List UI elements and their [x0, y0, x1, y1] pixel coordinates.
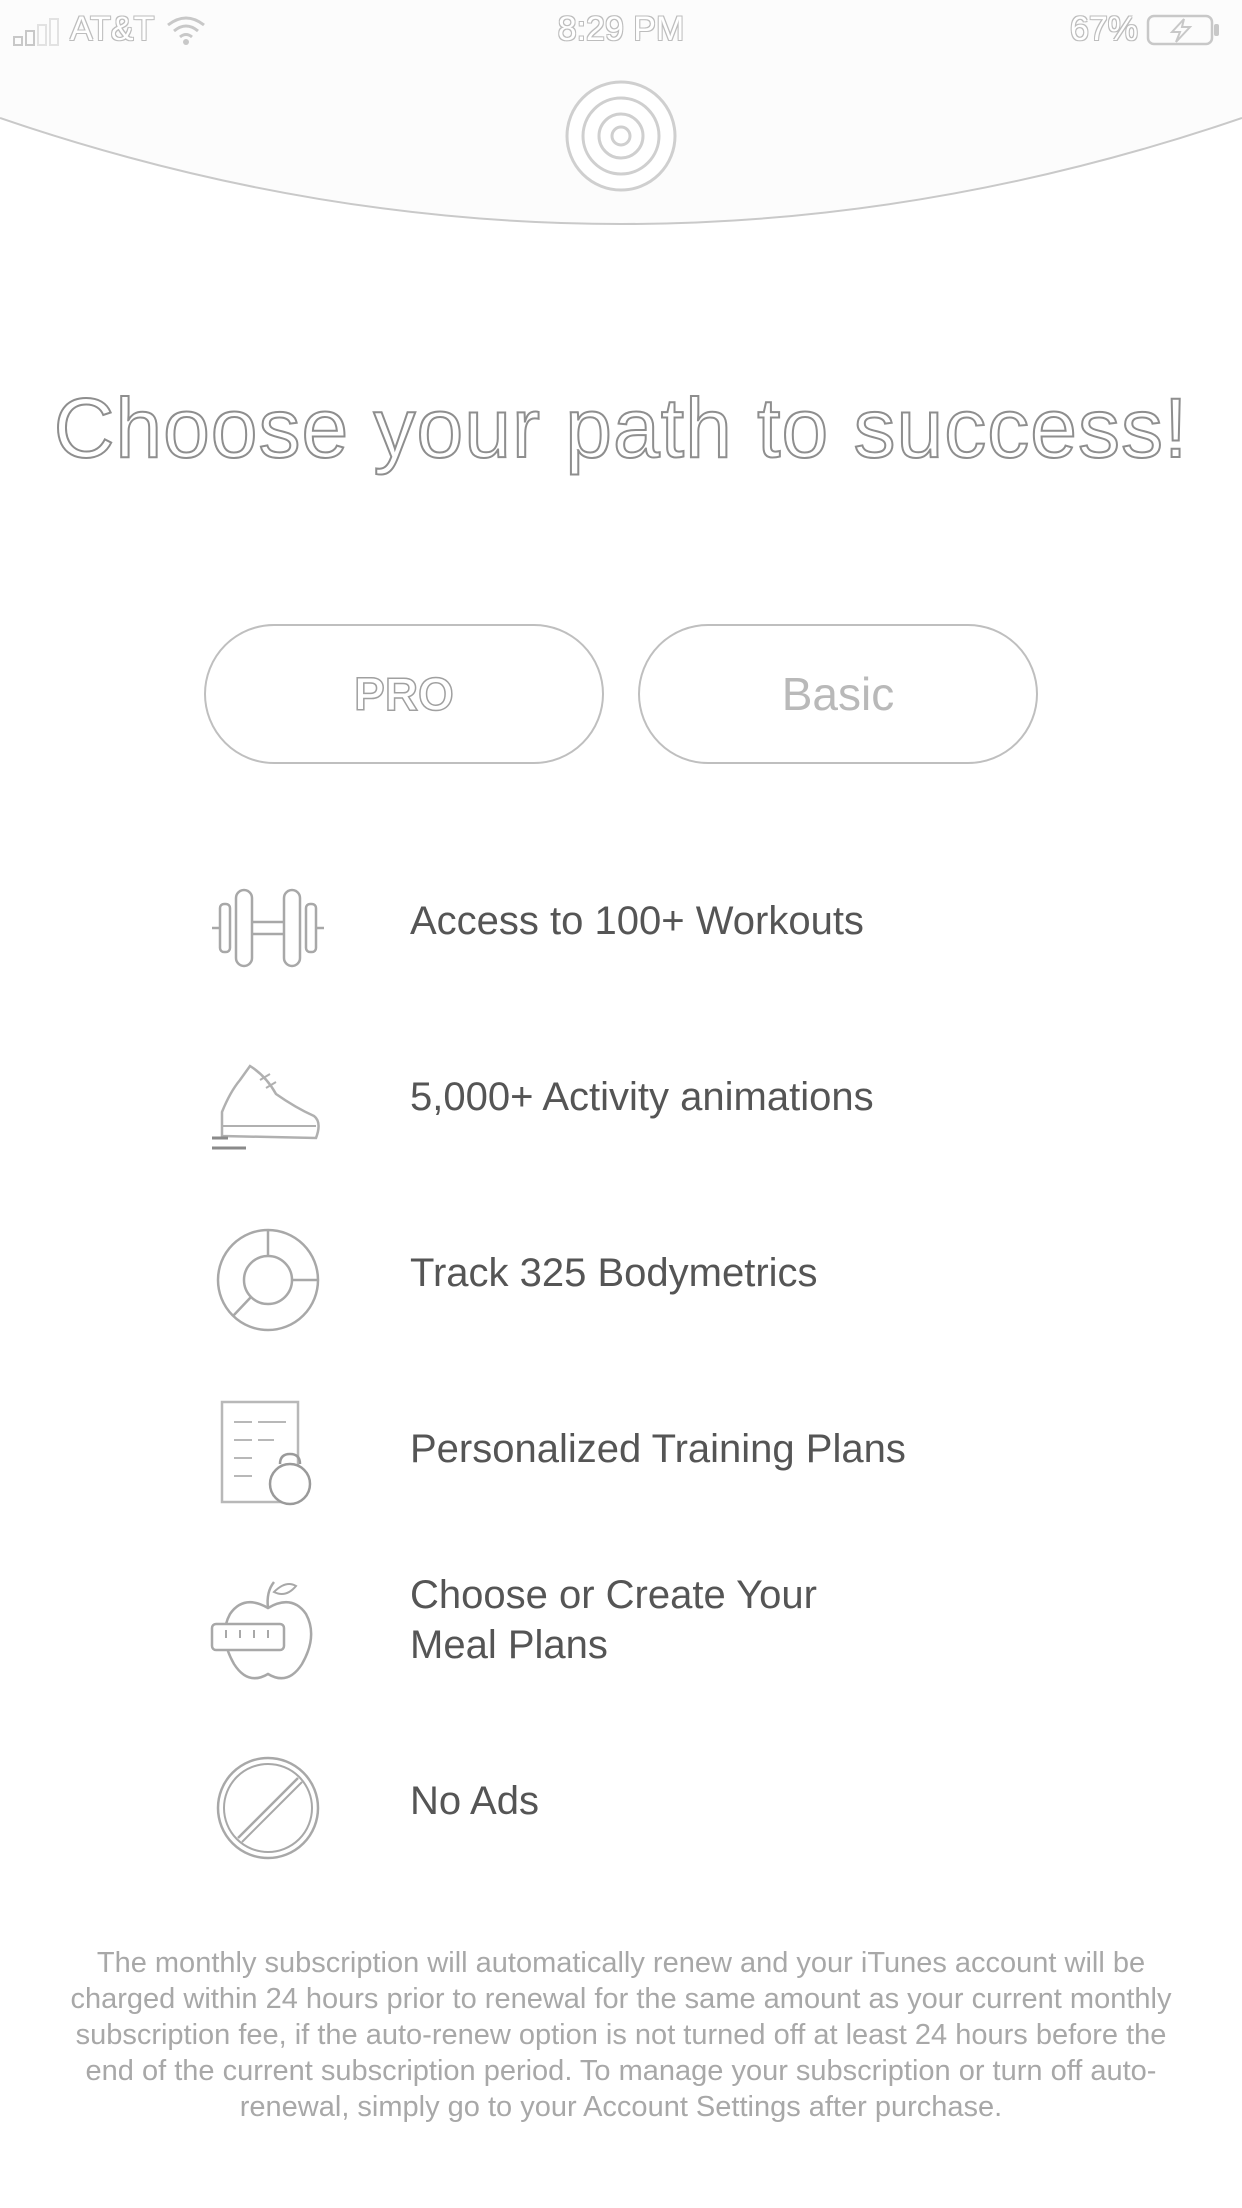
no-ads-icon	[216, 1756, 320, 1860]
status-time: 8:29 PM	[557, 10, 685, 48]
feature-item-no-ads: No Ads	[0, 1740, 1242, 1880]
feature-label: Track 325 Bodymetrics	[410, 1251, 818, 1295]
feature-label: Access to 100+ Workouts	[410, 899, 864, 943]
sneaker-icon	[212, 1064, 320, 1150]
pie-chart-icon	[216, 1228, 320, 1332]
feature-label: 5,000+ Activity animations	[410, 1075, 874, 1119]
subscription-disclaimer: The monthly subscription will automatica…	[70, 1947, 1172, 2123]
page-title: Choose your path to success!	[53, 380, 1189, 476]
training-plan-icon	[220, 1400, 312, 1506]
plan-toggle: PRO Basic	[204, 624, 1040, 768]
basic-plan-button[interactable]: Basic	[638, 624, 1038, 764]
battery-percent: 67%	[1069, 10, 1138, 48]
feature-item-workouts: Access to 100+ Workouts	[0, 860, 1242, 1000]
feature-label: Choose or Create Your Meal Plans	[410, 1573, 817, 1667]
feature-label: Personalized Training Plans	[410, 1427, 906, 1471]
feature-item-bodymetrics: Track 325 Bodymetrics	[0, 1212, 1242, 1352]
status-bar: AT&T 8:29 PM 67%	[0, 0, 1242, 60]
pro-plan-button[interactable]: PRO	[204, 624, 604, 764]
apple-meal-icon	[210, 1581, 313, 1680]
battery-charging-icon	[1146, 14, 1219, 45]
feature-item-animations: 5,000+ Activity animations	[0, 1036, 1242, 1176]
feature-item-meal-plans: Choose or Create Your Meal Plans	[0, 1564, 1242, 1704]
status-right: 67%	[1070, 10, 1222, 49]
dumbbell-icon	[212, 888, 324, 968]
feature-label: No Ads	[410, 1779, 539, 1823]
feature-item-training-plans: Personalized Training Plans	[0, 1388, 1242, 1528]
app-logo-icon	[565, 80, 677, 192]
